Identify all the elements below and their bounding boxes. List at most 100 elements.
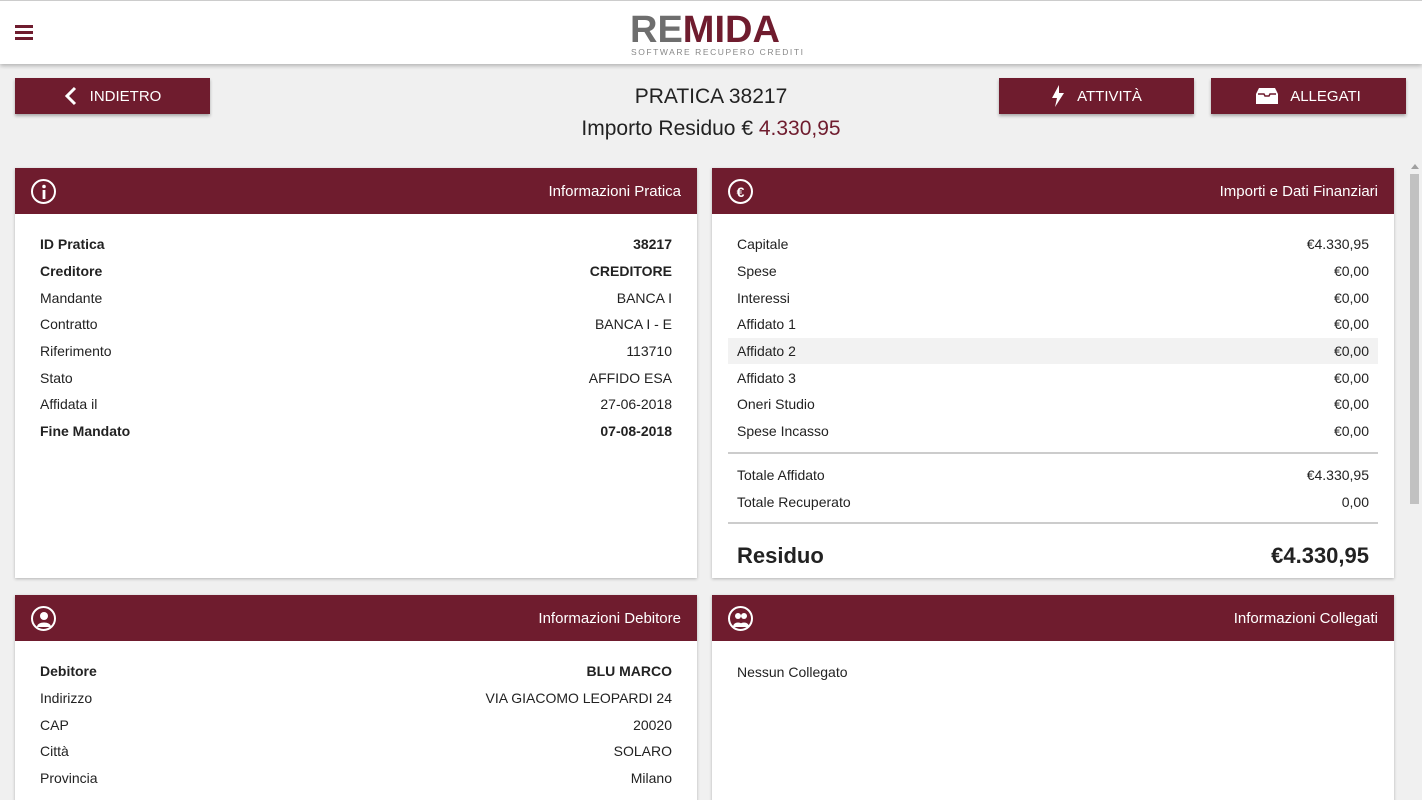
residual-amount: Importo Residuo € 4.330,95 [0,117,1422,141]
divider [728,451,1378,454]
debtor-row-label: Debitore [40,663,97,680]
finance-total-label: Totale Affidato [737,466,825,483]
finance-title: Importi e Dati Finanziari [1219,183,1378,200]
finance-row-label: Oneri Studio [737,396,815,413]
debtor-info-header: Informazioni Debitore [15,595,697,641]
practice-info-card: Informazioni Pratica ID Pratica 38217 Cre… [15,168,697,578]
practice-row-label: ID Pratica [40,236,105,253]
page-title: PRATICA 38217 [634,85,788,108]
users-icon [728,606,753,631]
debtor-row-label: Città [40,743,69,760]
finance-row: Spese €0,00 [728,258,1378,285]
finance-row-label: Interessi [737,289,790,306]
empty-linked-message: Nessun Collegato [737,664,848,680]
practice-row-label: Contratto [40,316,98,333]
practice-row: Contratto BANCA I - E [40,311,672,338]
finance-total-label: Totale Recuperato [737,493,851,510]
debtor-row: Debitore BLU MARCO [40,658,672,685]
logo-wordmark: REMIDA [630,9,780,51]
practice-info-header: Informazioni Pratica [15,168,697,214]
scrollbar-thumb[interactable] [1410,174,1419,504]
finance-total-value: €4.330,95 [1306,466,1369,483]
linked-info-card: Informazioni Collegati Nessun Collegato [712,595,1394,800]
logo[interactable]: REMIDA SOFTWARE RECUPERO CREDITI [630,9,803,59]
info-icon [31,179,56,204]
linked-info-header: Informazioni Collegati [712,595,1394,641]
debtor-row-label: Provincia [40,770,98,787]
debtor-row-value: Milano [630,770,672,787]
activity-button[interactable]: ATTIVITÀ [999,78,1194,114]
practice-row: Mandante BANCA I [40,284,672,311]
finance-row-hovered: Affidato 2 €0,00 [728,337,1378,365]
linked-info-title: Informazioni Collegati [1233,610,1378,627]
residual-total-label: Residuo [737,542,824,568]
practice-row: Stato AFFIDO ESA [40,364,672,391]
finance-row-value: €0,00 [1333,423,1369,440]
debtor-info-title: Informazioni Debitore [538,610,681,627]
scrollbar[interactable] [1407,160,1422,800]
finance-row: Spese Incasso €0,00 [728,418,1378,445]
finance-total-row: Totale Affidato €4.330,95 [728,462,1378,489]
practice-row-value: 38217 [633,236,672,253]
practice-row: Creditore CREDITORE [40,258,672,285]
residual-label: Importo Residuo € [581,117,759,140]
divider [728,521,1378,524]
practice-info-title: Informazioni Pratica [548,183,681,200]
logo-tagline: SOFTWARE RECUPERO CREDITI [631,47,805,57]
debtor-row: Provincia Milano [40,765,672,792]
practice-row-value: BANCA I - E [594,316,672,333]
finance-row-label: Capitale [737,236,789,253]
scroll-up-arrow-icon[interactable] [1411,164,1419,169]
practice-row-label: Riferimento [40,343,112,360]
finance-row: Affidato 1 €0,00 [728,311,1378,338]
practice-row: Riferimento 113710 [40,338,672,365]
finance-row-label: Spese Incasso [737,423,829,440]
debtor-row-label: CAP [40,716,69,733]
inbox-icon [1256,88,1279,104]
debtor-row-value: 20020 [633,716,672,733]
finance-row-value: €0,00 [1333,316,1369,333]
debtor-row-value: BLU MARCO [586,663,672,680]
finance-row-value: €0,00 [1333,343,1369,360]
debtor-info-card: Informazioni Debitore Debitore BLU MARCO … [15,595,697,800]
practice-row: Fine Mandato 07-08-2018 [40,418,672,445]
debtor-row: Indirizzo VIA GIACOMO LEOPARDI 24 [40,685,672,712]
attachments-button[interactable]: ALLEGATI [1211,78,1406,114]
practice-row-value: 27-06-2018 [600,396,672,413]
debtor-row: Città SOLARO [40,738,672,765]
finance-row-value: €4.330,95 [1306,236,1369,253]
top-bar: REMIDA SOFTWARE RECUPERO CREDITI [0,0,1422,64]
debtor-row-value: SOLARO [613,743,672,760]
finance-header: € Importi e Dati Finanziari [712,168,1394,214]
practice-row-value: AFFIDO ESA [588,369,672,386]
finance-total-value: 0,00 [1341,493,1369,510]
practice-row-label: Affidata il [40,396,98,413]
practice-row-label: Stato [40,369,73,386]
practice-row-value: CREDITORE [589,263,672,280]
finance-row: Interessi €0,00 [728,284,1378,311]
residual-total-value: €4.330,95 [1271,542,1369,568]
finance-row-value: €0,00 [1333,369,1369,386]
finance-row: Affidato 3 €0,00 [728,364,1378,391]
activity-button-label: ATTIVITÀ [1077,87,1142,105]
residual-total-row: Residuo €4.330,95 [728,532,1378,578]
debtor-row-value: VIA GIACOMO LEOPARDI 24 [485,690,672,707]
practice-row: Affidata il 27-06-2018 [40,391,672,418]
finance-row-value: €0,00 [1333,396,1369,413]
finance-row: Capitale €4.330,95 [728,231,1378,258]
finance-row-label: Affidato 2 [737,343,796,360]
finance-row-value: €0,00 [1333,263,1369,280]
debtor-row-label: Indirizzo [40,690,93,707]
finance-row-label: Spese [737,263,777,280]
user-icon [31,606,56,631]
residual-value: 4.330,95 [758,117,841,140]
practice-row-value: 113710 [626,343,672,360]
practice-row-label: Mandante [40,289,103,306]
lightning-icon [1051,85,1065,107]
practice-row-value: 07-08-2018 [600,423,672,440]
menu-icon[interactable] [15,25,33,41]
attachments-button-label: ALLEGATI [1290,87,1361,105]
finance-row: Oneri Studio €0,00 [728,391,1378,418]
practice-row: ID Pratica 38217 [40,231,672,258]
debtor-row: CAP 20020 [40,711,672,738]
